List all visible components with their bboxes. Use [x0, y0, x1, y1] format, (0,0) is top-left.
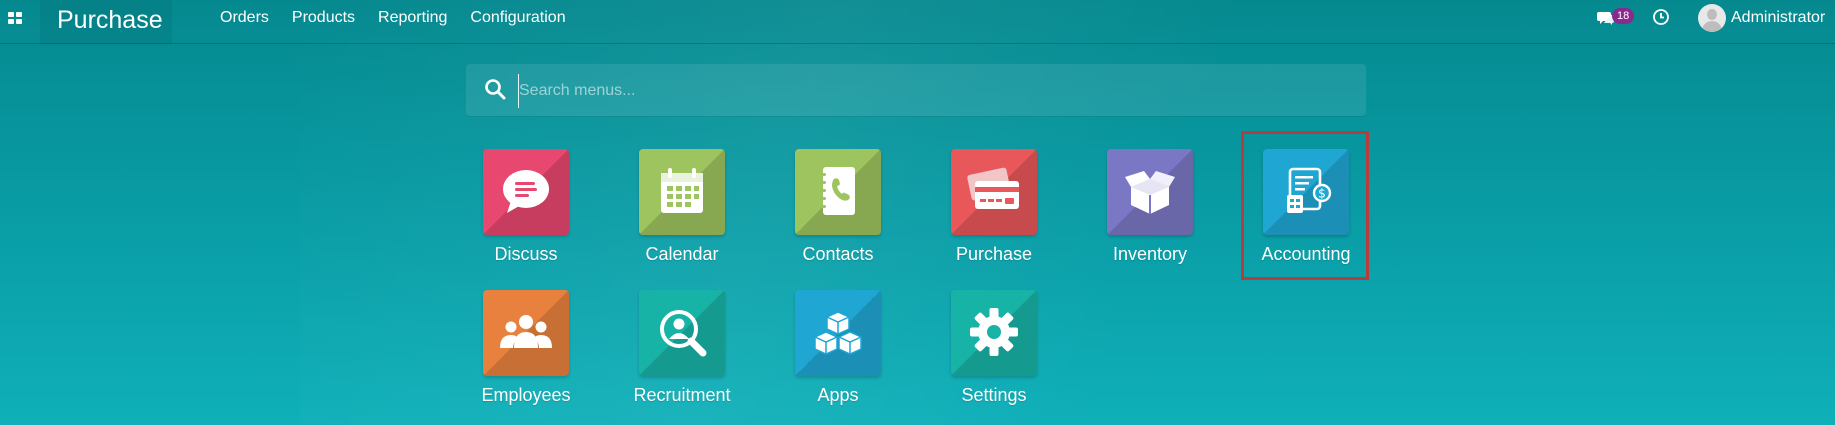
clock-icon: [1653, 9, 1669, 25]
discuss-icon: [503, 170, 549, 213]
brand[interactable]: Purchase: [40, 0, 172, 44]
menu-search: [466, 64, 1366, 116]
user-menu[interactable]: Administrator: [1698, 3, 1825, 33]
settings-app-tile: [951, 290, 1037, 376]
app-label-settings: Settings: [961, 385, 1027, 405]
messages-count-badge: 18: [1612, 8, 1635, 24]
app-accounting[interactable]: $ Accounting: [1239, 149, 1359, 281]
app-apps[interactable]: Apps: [771, 290, 891, 422]
app-settings[interactable]: Settings: [927, 290, 1047, 422]
accounting-app-tile: $: [1263, 149, 1349, 235]
svg-text:$: $: [1318, 187, 1326, 201]
app-label-apps: Apps: [817, 385, 859, 405]
app-label-employees: Employees: [481, 385, 571, 405]
recruitment-icon: [660, 310, 707, 357]
inventory-icon: [1125, 171, 1175, 214]
top-menu: Orders Products Reporting Configuration: [220, 0, 589, 36]
app-discuss[interactable]: Discuss: [459, 149, 579, 281]
apps-icon: [814, 311, 862, 355]
purchase-app-tile: [951, 149, 1037, 235]
app-label-accounting: Accounting: [1261, 244, 1351, 264]
user-name: Administrator: [1731, 9, 1826, 26]
menu-configuration[interactable]: Configuration: [470, 9, 565, 27]
app-contacts[interactable]: Contacts: [771, 149, 891, 281]
app-label-recruitment: Recruitment: [633, 385, 731, 405]
app-purchase[interactable]: Purchase: [927, 149, 1047, 281]
app-label-discuss: Discuss: [494, 244, 558, 264]
app-label-calendar: Calendar: [645, 244, 719, 264]
top-navbar: Purchase Orders Products Reporting Confi…: [0, 0, 1835, 44]
app-inventory[interactable]: Inventory: [1083, 149, 1203, 281]
calendar-icon: [661, 168, 703, 213]
discuss-app-tile: [483, 149, 569, 235]
contacts-app-tile: [795, 149, 881, 235]
settings-icon: [970, 308, 1018, 356]
recruitment-app-tile: [639, 290, 725, 376]
apps-app-tile: [795, 290, 881, 376]
employees-app-tile: [483, 290, 569, 376]
contacts-icon: [820, 167, 855, 215]
menu-orders[interactable]: Orders: [220, 9, 269, 27]
app-recruitment[interactable]: Recruitment: [615, 290, 735, 422]
accounting-icon: $: [1287, 167, 1332, 213]
search-icon: [485, 79, 506, 100]
employees-icon: [500, 315, 552, 348]
avatar: [1698, 4, 1726, 32]
menu-reporting[interactable]: Reporting: [378, 9, 447, 27]
app-employees[interactable]: Employees: [459, 290, 579, 422]
calendar-app-tile: [639, 149, 725, 235]
search-input[interactable]: [518, 74, 1351, 108]
purchase-icon: [967, 167, 1019, 209]
brand-title: Purchase: [57, 6, 163, 34]
app-label-contacts: Contacts: [802, 244, 874, 264]
app-label-inventory: Inventory: [1112, 244, 1188, 264]
inventory-app-tile: [1107, 149, 1193, 235]
app-calendar[interactable]: Calendar: [615, 149, 735, 281]
menu-products[interactable]: Products: [292, 9, 355, 27]
messages-button[interactable]: 18: [1597, 8, 1637, 28]
apps-menu-icon[interactable]: [8, 12, 24, 26]
app-label-purchase: Purchase: [955, 244, 1033, 264]
activity-button[interactable]: [1652, 8, 1670, 26]
